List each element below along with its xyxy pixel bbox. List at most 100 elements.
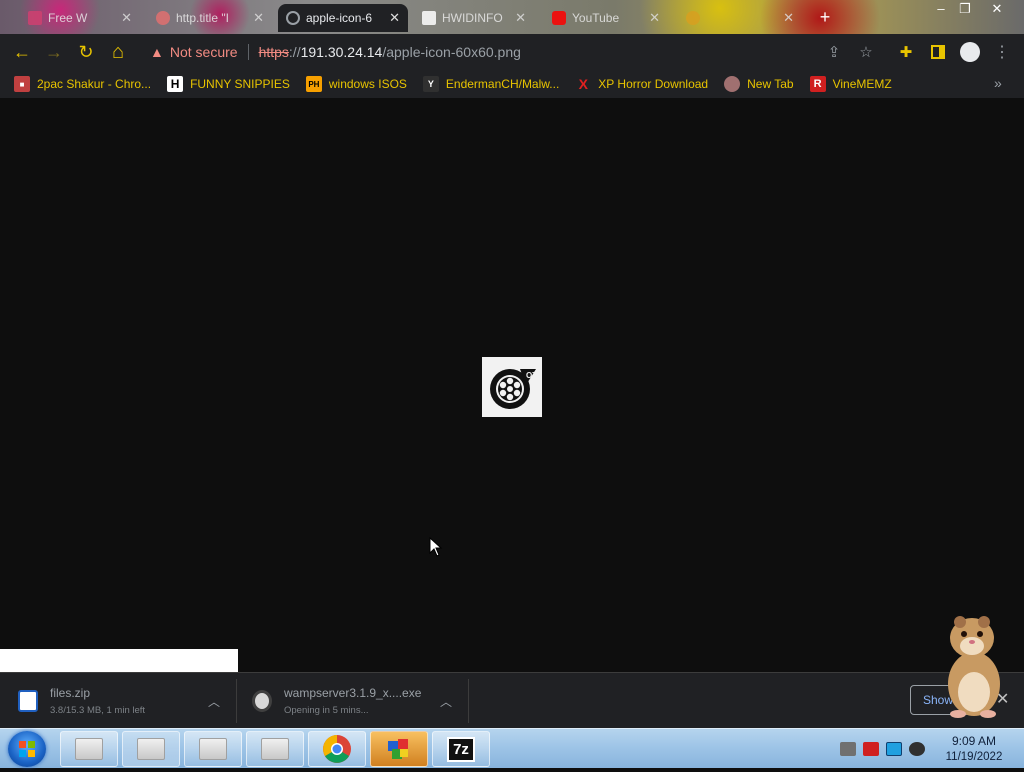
windows-logo-icon (19, 741, 35, 757)
hamster-mascot-icon (948, 616, 1000, 718)
tab-other[interactable]: ✕ (678, 4, 802, 32)
chevron-up-icon[interactable]: ︿ (440, 693, 452, 710)
tab-close-icon[interactable]: ✕ (515, 10, 526, 26)
taskbar-clock[interactable]: 9:09 AM 11/19/2022 (936, 733, 1012, 765)
taskbar-app-colorful[interactable] (370, 731, 428, 767)
tab-favicon-icon (686, 11, 700, 25)
minimize-icon[interactable]: – (928, 0, 954, 20)
tab-favicon-icon (28, 11, 42, 25)
home-icon: ⌂ (111, 40, 125, 63)
clock-time: 9:09 AM (951, 734, 997, 748)
reload-button[interactable]: ↻ (70, 36, 102, 68)
bookmark-favicon-icon: Y (422, 76, 439, 92)
extensions-icon[interactable]: ✚ (890, 34, 922, 70)
back-button[interactable]: ← (6, 36, 38, 68)
tab-title: apple-icon-6 (306, 11, 373, 25)
taskbar-chrome[interactable] (308, 731, 366, 767)
share-icon[interactable]: ⇪ (818, 34, 850, 70)
bookmark-label: New Tab (747, 77, 794, 91)
network-icon[interactable] (886, 742, 902, 756)
bookmark-windows-isos[interactable]: PH windows ISOS (305, 76, 407, 92)
tab-close-icon[interactable]: ✕ (389, 10, 400, 26)
download-status: Opening in 5 mins... (284, 705, 369, 716)
url-host: 191.30.24.14 (300, 44, 383, 60)
youtube-icon (552, 11, 566, 25)
tab-strip: Free W ✕ http.title "I ✕ apple-icon-6 ✕ … (0, 0, 1024, 34)
page-content: OT (0, 98, 1024, 672)
bookmark-favicon-icon (724, 76, 741, 92)
flag-icon[interactable] (863, 742, 879, 756)
reel-logo-icon: OT (490, 369, 537, 409)
bookmark-funny-snippies[interactable]: H FUNNY SNIPPIES (167, 76, 290, 92)
exe-file-icon (252, 690, 272, 712)
tab-title: YouTube (572, 11, 620, 25)
volume-icon[interactable] (909, 742, 925, 756)
bookmark-favicon-icon: PH (305, 76, 322, 92)
taskbar-explorer-2[interactable] (122, 731, 180, 767)
chevron-up-icon[interactable]: ︿ (208, 693, 220, 710)
download-shelf: files.zip 3.8/15.3 MB, 1 min left ︿ wamp… (0, 672, 1024, 728)
menu-icon[interactable]: ⋮ (986, 34, 1018, 70)
displayed-image: OT (482, 357, 542, 417)
tab-close-icon[interactable]: ✕ (649, 10, 660, 26)
bookmark-xp-horror[interactable]: X XP Horror Download (575, 76, 709, 92)
tray-app-icon[interactable] (840, 742, 856, 756)
side-panel-icon[interactable] (922, 34, 954, 70)
forward-button[interactable]: → (38, 36, 70, 68)
new-tab-icon[interactable]: + (812, 8, 838, 28)
tab-close-icon[interactable]: ✕ (783, 10, 794, 26)
tab-free-w[interactable]: Free W ✕ (20, 4, 140, 32)
bookmarks-bar: ■ 2pac Shakur - Chro... H FUNNY SNIPPIES… (0, 70, 1024, 98)
bookmark-endermanch[interactable]: Y EndermanCH/Malw... (422, 76, 560, 92)
address-bar[interactable]: ▲ Not secure https://191.30.24.14/apple-… (140, 38, 890, 66)
tab-favicon-icon (286, 11, 300, 25)
taskbar-7zip[interactable]: 7z (432, 731, 490, 767)
bookmark-label: VineMEMZ (832, 77, 892, 91)
back-arrow-icon: ← (13, 41, 31, 62)
taskbar-explorer-3[interactable] (184, 731, 242, 767)
tab-apple-icon[interactable]: apple-icon-6 ✕ (278, 4, 408, 32)
bookmark-label: 2pac Shakur - Chro... (37, 77, 152, 91)
url-scheme: https (258, 44, 289, 60)
close-window-icon[interactable]: ✕ (984, 0, 1010, 20)
bookmarks-overflow-icon[interactable]: » (994, 75, 1002, 91)
logo-badge-text: OT (526, 371, 537, 380)
download-filename: files.zip (50, 686, 91, 700)
bookmark-favicon-icon: H (167, 76, 184, 92)
folder-icon (199, 738, 227, 760)
reload-icon: ↻ (78, 41, 94, 62)
taskbar-explorer-4[interactable] (246, 731, 304, 767)
tab-close-icon[interactable]: ✕ (253, 10, 264, 26)
url-separator: :// (288, 44, 301, 60)
folder-icon (137, 738, 165, 760)
folder-icon (75, 738, 103, 760)
zip-file-icon (18, 690, 38, 712)
start-button[interactable] (8, 731, 46, 767)
star-icon[interactable]: ☆ (850, 34, 882, 70)
home-button[interactable]: ⌂ (102, 36, 134, 68)
tab-hwidinfo[interactable]: HWIDINFO ✕ (414, 4, 534, 32)
bookmark-2pac-shakur[interactable]: ■ 2pac Shakur - Chro... (14, 76, 151, 92)
tab-title: http.title "I (176, 11, 229, 25)
bookmark-favicon-icon: X (578, 76, 588, 92)
tab-youtube[interactable]: YouTube ✕ (544, 4, 668, 32)
tab-close-icon[interactable]: ✕ (121, 10, 132, 26)
divider (247, 44, 249, 60)
download-item-wampserver[interactable]: wampserver3.1.9_x....exe Opening in 5 mi… (252, 673, 466, 729)
not-secure-label[interactable]: Not secure (170, 44, 238, 60)
bookmark-favicon-icon: R (809, 76, 826, 92)
tab-http-title[interactable]: http.title "I ✕ (148, 4, 272, 32)
chrome-icon (323, 735, 351, 763)
download-item-files-zip[interactable]: files.zip 3.8/15.3 MB, 1 min left ︿ (18, 673, 232, 729)
taskbar-explorer-1[interactable] (60, 731, 118, 767)
profile-icon[interactable] (954, 34, 986, 70)
bookmark-vinememz[interactable]: R VineMEMZ (809, 76, 892, 92)
bookmark-label: EndermanCH/Malw... (445, 77, 560, 91)
forward-arrow-icon: → (45, 41, 63, 62)
windows-taskbar: 7z 9:09 AM 11/19/2022 (0, 728, 1024, 768)
bookmark-label: windows ISOS (328, 77, 407, 91)
restore-icon[interactable]: ❐ (952, 0, 978, 20)
url-path: /apple-icon-60x60.png (382, 44, 521, 60)
bookmark-label: XP Horror Download (598, 77, 709, 91)
bookmark-new-tab[interactable]: New Tab (724, 76, 794, 92)
